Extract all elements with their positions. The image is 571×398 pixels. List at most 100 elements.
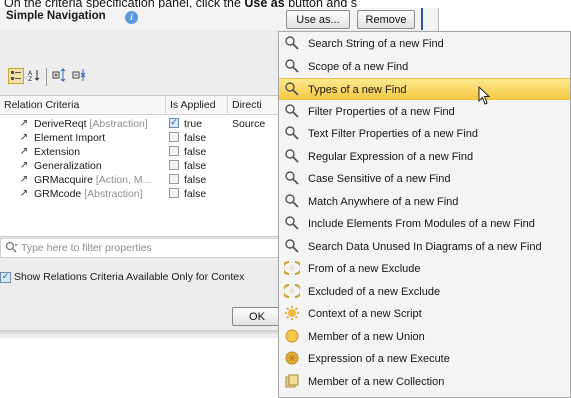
search-icon <box>284 170 300 186</box>
menu-item-label: Expression of a new Execute <box>308 353 450 365</box>
sort-alphabetical-icon[interactable]: AZ <box>26 68 42 84</box>
import-icon: ↗ <box>19 132 29 143</box>
menu-item-label: Regular Expression of a new Find <box>308 150 474 163</box>
mouse-cursor <box>478 85 492 106</box>
menu-item[interactable]: Member of a new Union <box>279 326 570 348</box>
is-applied-checkbox[interactable] <box>169 132 179 142</box>
search-icon <box>284 81 300 97</box>
table-row[interactable]: ↗ DeriveReqt [Abstraction] ✓ true Source <box>0 117 300 131</box>
exclude-icon <box>282 260 302 276</box>
use-as-menu: Search String of a new Find Scope of a ne… <box>278 31 571 398</box>
menu-item[interactable]: Types of a new Find <box>279 78 570 100</box>
menu-item[interactable]: Context of a new Script <box>279 303 570 325</box>
search-icon <box>284 215 300 231</box>
exclude-icon <box>282 283 302 299</box>
search-icon <box>284 193 300 209</box>
row-stereotype: [Abstraction] <box>89 118 148 130</box>
generalization-icon: ↗ <box>19 160 29 171</box>
remove-button[interactable]: Remove <box>357 10 415 29</box>
search-icon <box>284 103 300 119</box>
svg-text:Z: Z <box>28 76 32 82</box>
column-header-relation-criteria[interactable]: Relation Criteria <box>0 96 166 114</box>
menu-item[interactable]: Scope of a new Find <box>279 56 570 78</box>
collection-icon <box>284 373 300 389</box>
filter-placeholder: Type here to filter properties <box>21 242 152 254</box>
menu-item[interactable]: Excluded of a new Exclude <box>279 281 570 303</box>
search-icon <box>5 241 19 255</box>
row-applied-value: false <box>184 188 207 200</box>
menu-item-label: Search Data Unused In Diagrams of a new … <box>308 240 542 253</box>
search-icon <box>284 238 300 254</box>
menu-item-label: Match Anywhere of a new Find <box>308 195 459 208</box>
is-applied-checkbox[interactable] <box>169 174 179 184</box>
table-row[interactable]: ↗ Extension false <box>0 145 300 159</box>
info-icon[interactable]: i <box>125 11 138 24</box>
menu-item[interactable]: Search String of a new Find <box>279 33 570 55</box>
menu-item-label: Filter Properties of a new Find <box>308 105 455 118</box>
menu-item[interactable]: Search Data Unused In Diagrams of a new … <box>279 236 570 258</box>
relation-criteria-table: Relation Criteria Is Applied Directi ↗ D… <box>0 95 300 237</box>
menu-item-label: Member of a new Collection <box>308 375 445 388</box>
search-icon <box>284 125 300 141</box>
table-row[interactable]: ↗ GRMacquire [Action, M... false <box>0 173 300 187</box>
menu-item-label: From of a new Exclude <box>308 263 421 275</box>
execute-icon <box>284 350 300 366</box>
search-icon <box>284 148 300 164</box>
union-icon <box>284 328 300 344</box>
script-icon <box>284 305 300 321</box>
categorized-view-icon[interactable] <box>8 68 24 84</box>
row-direction: Source <box>232 118 266 130</box>
menu-item-label: Excluded of a new Exclude <box>308 285 441 298</box>
menu-item[interactable]: From of a new Exclude <box>279 258 570 280</box>
menu-item-label: Search String of a new Find <box>308 38 444 50</box>
extension-icon: ↗ <box>19 146 29 157</box>
row-applied-value: false <box>184 132 207 144</box>
table-row[interactable]: ↗ Generalization false <box>0 159 300 173</box>
toolbar-separator <box>46 68 47 86</box>
table-row[interactable]: ↗ Element Import false <box>0 131 300 145</box>
window-edge <box>421 8 423 30</box>
show-relations-checkbox[interactable]: ✓ <box>0 272 11 283</box>
is-applied-checkbox[interactable] <box>169 146 179 156</box>
is-applied-checkbox[interactable] <box>169 188 179 198</box>
menu-item[interactable]: Text Filter Properties of a new Find <box>279 123 570 145</box>
row-name: GRMacquire <box>34 174 93 186</box>
row-name: Extension <box>34 146 81 158</box>
menu-item-label: Scope of a new Find <box>308 60 409 73</box>
ok-button[interactable]: OK <box>232 307 282 326</box>
menu-item[interactable]: Expression of a new Execute <box>279 348 570 370</box>
menu-item-label: Types of a new Find <box>308 84 407 96</box>
properties-toolbar: AZ <box>8 68 128 86</box>
menu-item[interactable]: Member of a new Collection <box>279 371 570 393</box>
table-header: Relation Criteria Is Applied Directi <box>0 96 300 115</box>
menu-item[interactable]: Match Anywhere of a new Find <box>279 191 570 213</box>
collapse-all-icon[interactable] <box>72 68 88 84</box>
row-applied-value: false <box>184 174 207 186</box>
row-stereotype: [Action, M... <box>95 174 152 186</box>
row-stereotype: [Abstraction] <box>84 188 143 200</box>
menu-item[interactable]: Include Elements From Modules of a new F… <box>279 213 570 235</box>
menu-item[interactable]: Regular Expression of a new Find <box>279 146 570 168</box>
derive-icon: ↗ <box>19 118 29 129</box>
menu-item-label: Member of a new Union <box>308 330 425 343</box>
search-icon <box>284 35 300 51</box>
menu-item-label: Include Elements From Modules of a new F… <box>308 218 535 230</box>
table-row[interactable]: ↗ GRMcode [Abstraction] false <box>0 187 300 201</box>
menu-item[interactable]: Filter Properties of a new Find <box>279 101 570 123</box>
is-applied-checkbox[interactable]: ✓ <box>169 118 179 128</box>
menu-item-label: Case Sensitive of a new Find <box>308 173 451 185</box>
row-applied-value: true <box>184 118 203 130</box>
column-header-is-applied[interactable]: Is Applied <box>166 96 228 114</box>
filter-properties-input[interactable]: Type here to filter properties <box>0 238 300 258</box>
dialog-title: Simple Navigation <box>6 10 106 22</box>
menu-item[interactable]: Case Sensitive of a new Find <box>279 168 570 190</box>
grm-icon: ↗ <box>19 174 29 185</box>
is-applied-checkbox[interactable] <box>169 160 179 170</box>
row-applied-value: false <box>184 146 207 158</box>
grm-icon: ↗ <box>19 188 29 199</box>
use-as-button[interactable]: Use as... <box>286 10 350 29</box>
row-applied-value: false <box>184 160 207 172</box>
show-relations-label: Show Relations Criteria Available Only f… <box>14 271 245 283</box>
expand-all-icon[interactable] <box>52 68 68 84</box>
menu-item-label: Text Filter Properties of a new Find <box>308 128 478 140</box>
